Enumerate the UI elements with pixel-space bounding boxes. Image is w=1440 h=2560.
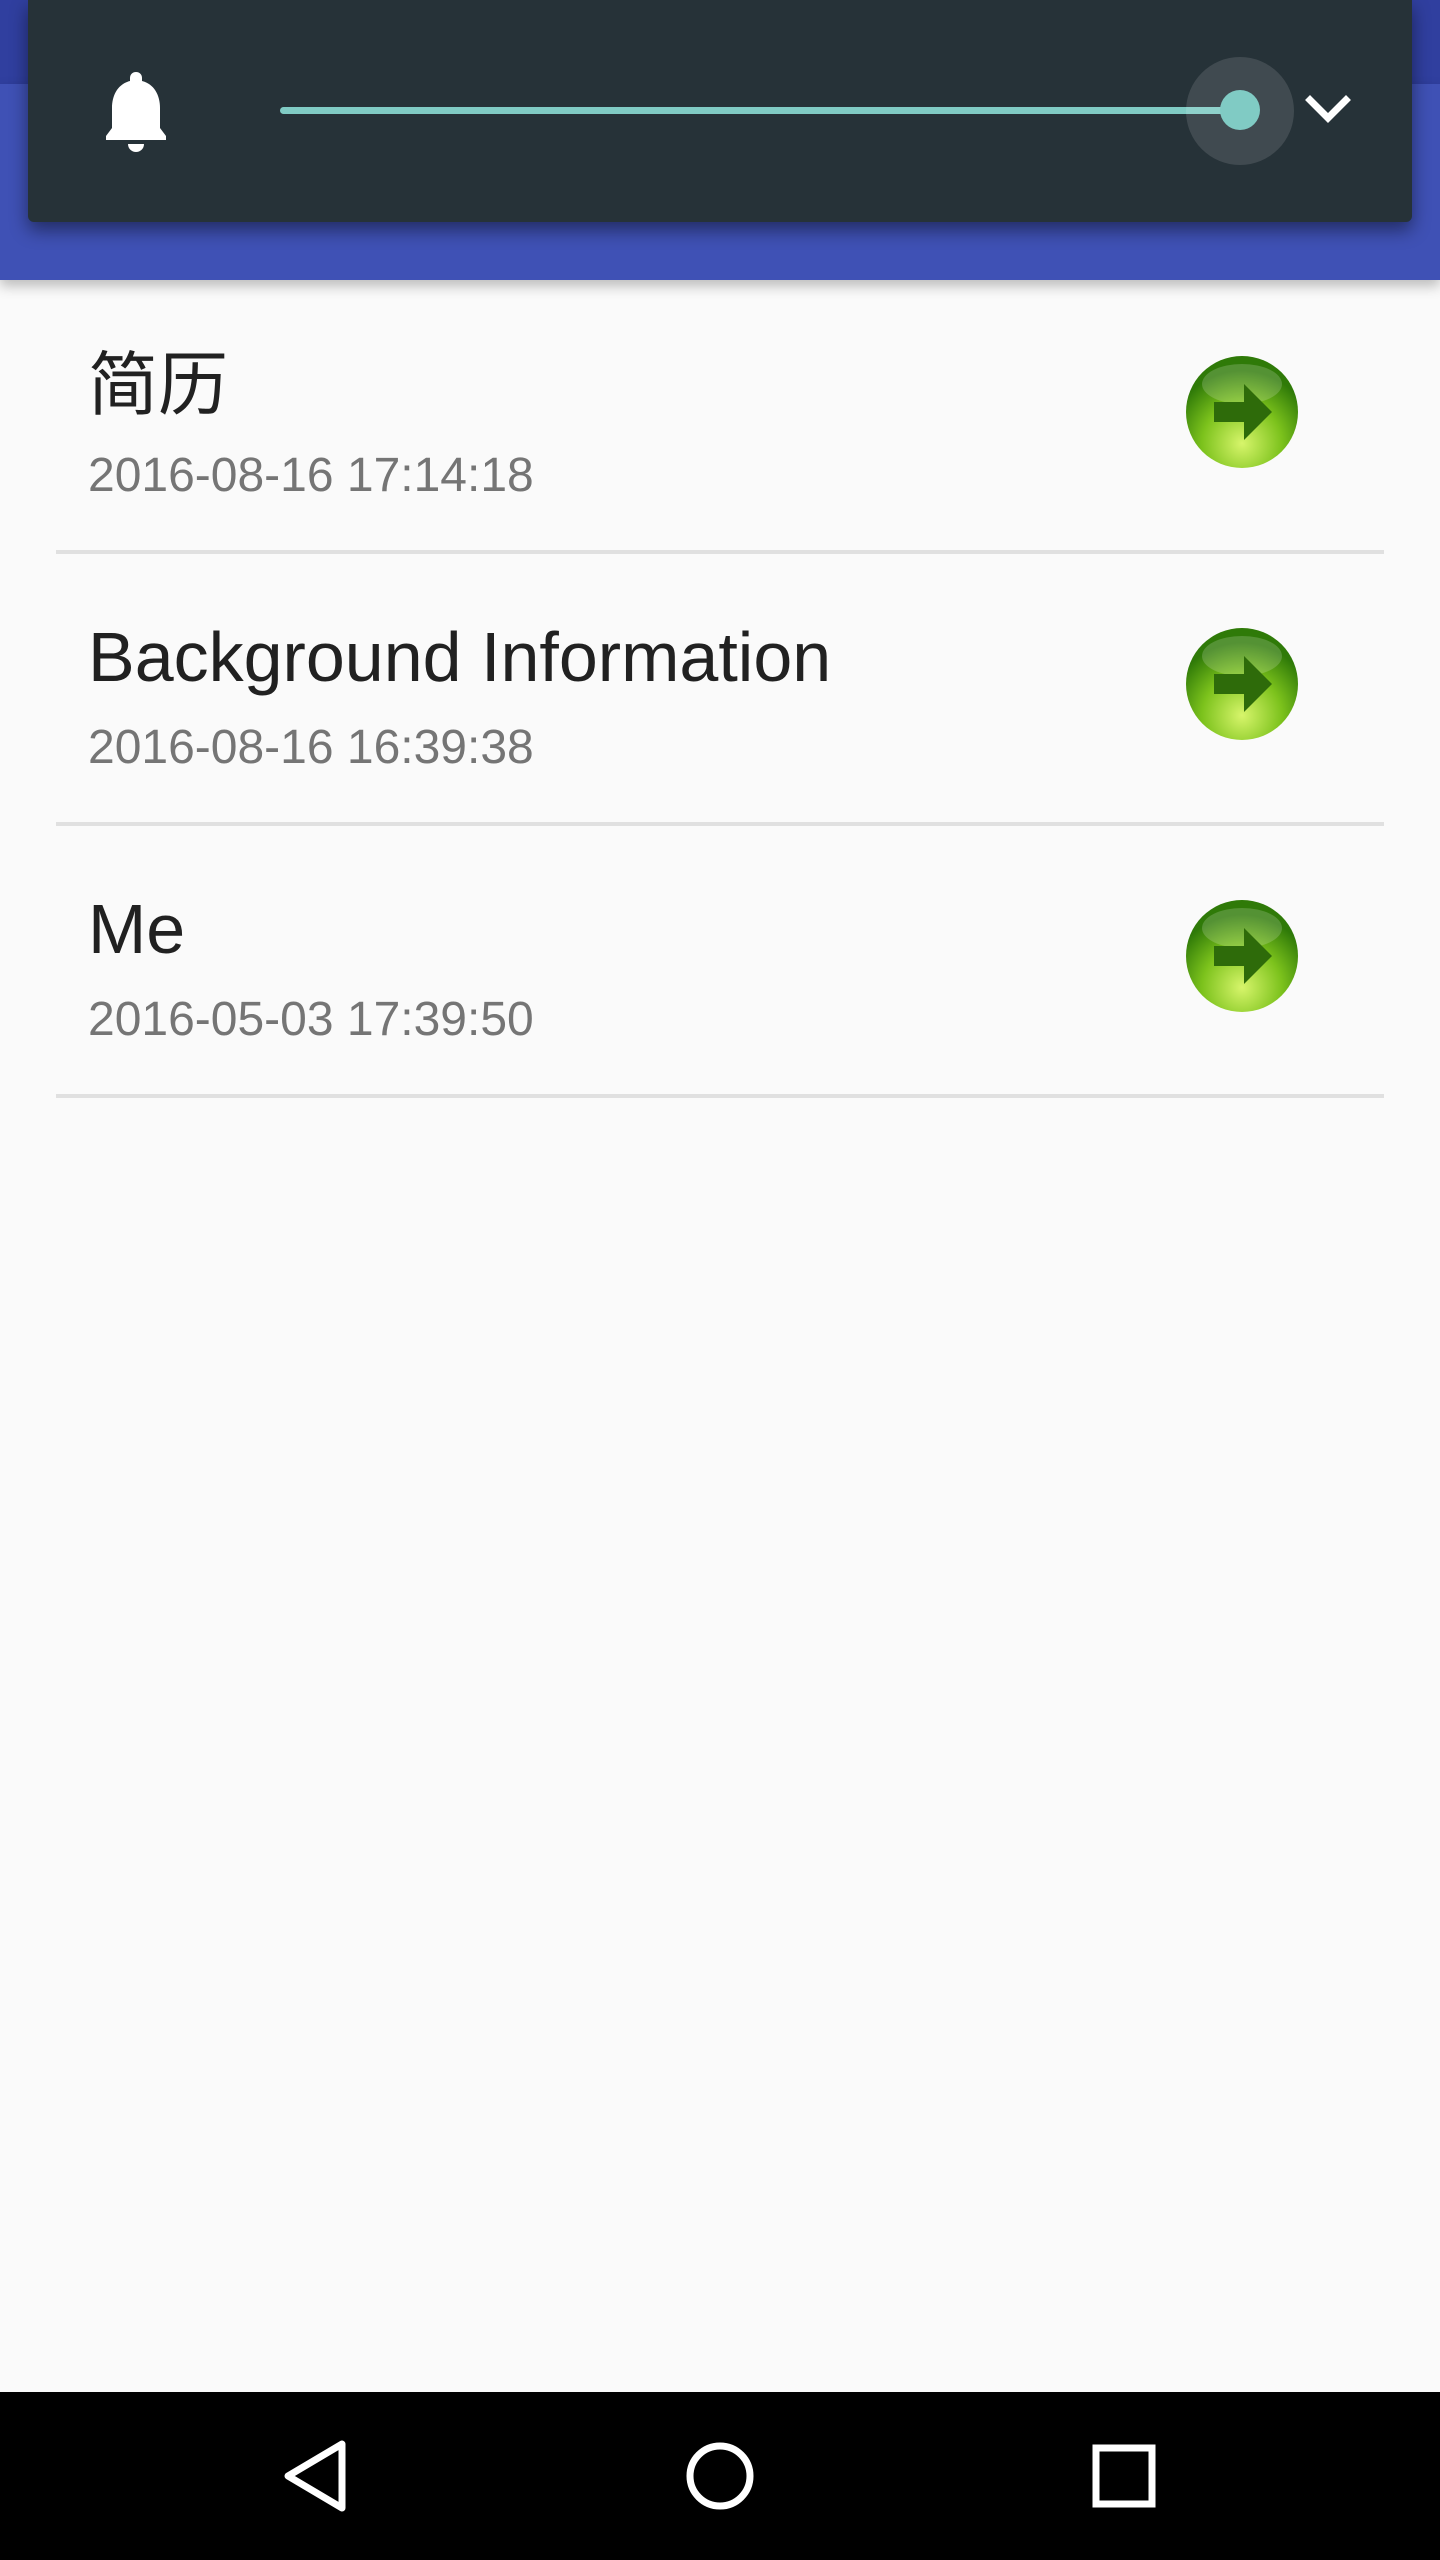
slider-thumb[interactable] — [1220, 90, 1260, 130]
item-date: 2016-08-16 16:39:38 — [88, 721, 534, 774]
recents-square-icon[interactable] — [1072, 2424, 1176, 2528]
volume-panel — [28, 0, 1412, 222]
list-item[interactable]: 简历 2016-08-16 17:14:18 — [0, 282, 1440, 554]
document-list: 简历 2016-08-16 17:14:18 Background Inform… — [0, 282, 1440, 1098]
chevron-down-icon[interactable] — [1296, 84, 1360, 136]
item-title: 简历 — [88, 346, 228, 424]
arrow-right-icon[interactable] — [1184, 626, 1300, 742]
arrow-right-icon[interactable] — [1184, 898, 1300, 1014]
home-circle-icon[interactable] — [668, 2424, 772, 2528]
list-item[interactable]: Me 2016-05-03 17:39:50 — [0, 826, 1440, 1098]
back-triangle-icon[interactable] — [264, 2424, 368, 2528]
item-date: 2016-05-03 17:39:50 — [88, 993, 534, 1046]
item-date: 2016-08-16 17:14:18 — [88, 449, 534, 502]
screen: 简历 2016-08-16 17:14:18 Background Inform… — [0, 0, 1440, 2560]
list-item[interactable]: Background Information 2016-08-16 16:39:… — [0, 554, 1440, 826]
volume-slider[interactable] — [250, 56, 1294, 166]
item-title: Me — [88, 890, 186, 968]
arrow-right-icon[interactable] — [1184, 354, 1300, 470]
item-title: Background Information — [88, 618, 832, 696]
slider-track[interactable] — [280, 57, 1294, 165]
navigation-bar — [0, 2392, 1440, 2560]
bell-icon[interactable] — [104, 68, 168, 152]
slider-fill — [280, 107, 1240, 114]
divider — [56, 1094, 1384, 1098]
